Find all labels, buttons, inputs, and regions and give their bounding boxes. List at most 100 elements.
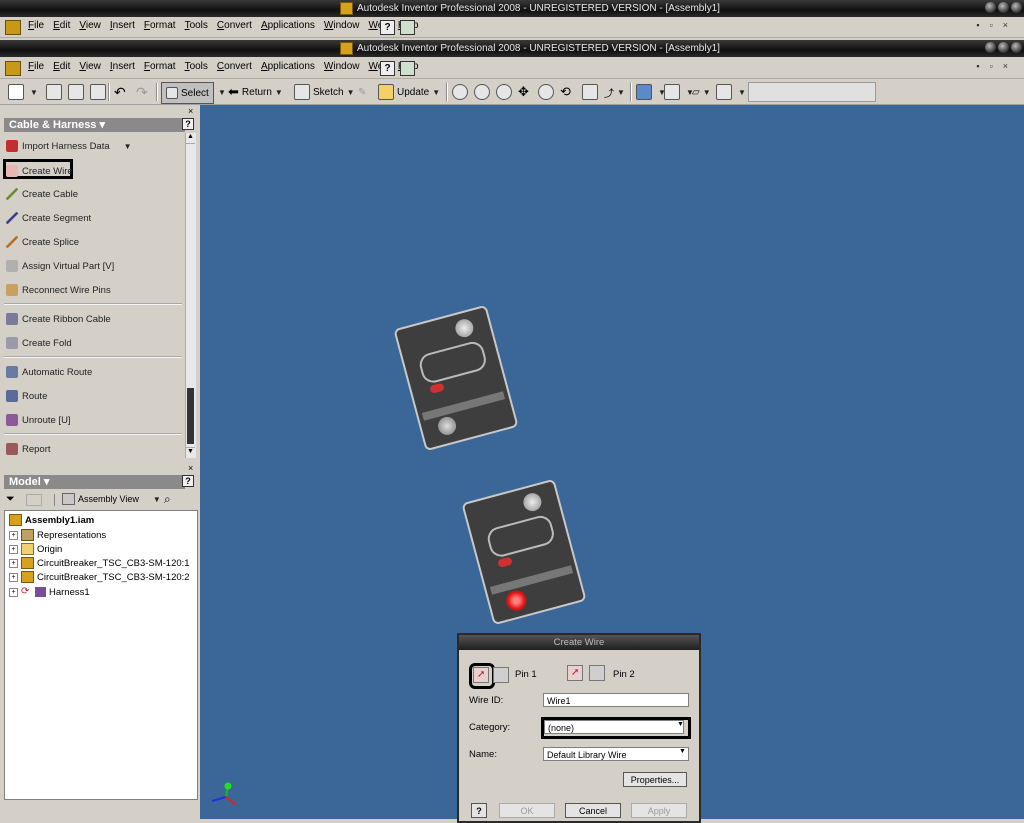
- category-select[interactable]: (none): [544, 720, 684, 734]
- new-button[interactable]: ▼: [8, 83, 38, 101]
- apply-button[interactable]: Apply: [631, 803, 687, 818]
- menu-tools[interactable]: Tools: [181, 20, 213, 31]
- pan-button[interactable]: ✥: [518, 83, 529, 101]
- expand-plus-icon[interactable]: +: [9, 587, 18, 597]
- redo-button[interactable]: ↷: [136, 83, 148, 101]
- expand-icon[interactable]: [26, 494, 42, 506]
- camera-mode-button[interactable]: ▼: [664, 83, 694, 101]
- look-at-button[interactable]: [582, 83, 601, 101]
- inner-window-controls[interactable]: [985, 42, 1022, 53]
- find-binoculars-icon[interactable]: ⌕: [164, 492, 171, 507]
- zoom-all-button[interactable]: [452, 83, 471, 101]
- menu-format[interactable]: Format: [140, 20, 181, 31]
- selected-pin-icon[interactable]: [504, 588, 529, 613]
- previous-view-button[interactable]: ⤴ ▼: [604, 83, 625, 101]
- menu-applications[interactable]: Applications: [257, 61, 320, 72]
- filter-icon[interactable]: ⏷: [6, 493, 15, 506]
- update-button[interactable]: Update ▼: [378, 83, 440, 101]
- pin2-clear-button[interactable]: [589, 665, 605, 681]
- minimize-icon[interactable]: [985, 42, 996, 53]
- document-icon[interactable]: [5, 20, 21, 35]
- tree-item-assembly[interactable]: Assembly1.iam: [9, 513, 94, 527]
- document-icon[interactable]: [5, 61, 21, 76]
- close-icon[interactable]: [1011, 2, 1022, 13]
- dialog-title-bar[interactable]: Create Wire: [459, 635, 699, 650]
- reconnect-wire-pins-item[interactable]: Reconnect Wire Pins: [6, 281, 111, 299]
- route-item[interactable]: Route: [6, 387, 47, 405]
- tree-item-breaker-2[interactable]: + CircuitBreaker_TSC_CB3-SM-120:2: [9, 570, 190, 584]
- inner-doc-controls[interactable]: ▪▫×: [976, 61, 1018, 71]
- chevron-down-icon[interactable]: ▼: [679, 748, 686, 755]
- expand-plus-icon[interactable]: +: [9, 558, 18, 568]
- menu-edit[interactable]: Edit: [49, 61, 75, 72]
- menu-convert[interactable]: Convert: [213, 61, 257, 72]
- panel-help-icon[interactable]: ?: [182, 118, 194, 130]
- project-button[interactable]: [68, 83, 87, 101]
- menu-applications[interactable]: Applications: [257, 20, 320, 31]
- circuit-breaker-2[interactable]: [461, 478, 587, 626]
- create-fold-item[interactable]: Create Fold: [6, 334, 72, 352]
- unroute-item[interactable]: Unroute [U]: [6, 411, 71, 429]
- help-icon[interactable]: ?: [380, 61, 395, 76]
- menu-window[interactable]: Window: [320, 61, 365, 72]
- menu-window[interactable]: Window: [320, 20, 365, 31]
- zoom-selected-button[interactable]: [538, 83, 557, 101]
- zoom-window-button[interactable]: [474, 83, 493, 101]
- outer-window-controls[interactable]: [985, 2, 1022, 13]
- outer-doc-controls[interactable]: ▪▫×: [976, 20, 1018, 30]
- shadow-button[interactable]: ▱ ▼: [692, 83, 711, 101]
- open-button[interactable]: [46, 83, 65, 101]
- tree-item-origin[interactable]: + Origin: [9, 542, 62, 556]
- menu-convert[interactable]: Convert: [213, 20, 257, 31]
- panel-scrollbar[interactable]: ▲ ▼: [185, 133, 196, 458]
- close-icon[interactable]: [1011, 42, 1022, 53]
- menu-view[interactable]: View: [75, 20, 106, 31]
- scroll-down-icon[interactable]: ▼: [186, 447, 195, 458]
- expand-plus-icon[interactable]: +: [9, 530, 18, 540]
- create-splice-item[interactable]: Create Splice: [6, 233, 79, 251]
- import-harness-data-item[interactable]: Import Harness Data ▼: [6, 137, 132, 155]
- select-button[interactable]: Select: [161, 82, 214, 104]
- help-icon[interactable]: ?: [380, 20, 395, 35]
- select-dropdown[interactable]: ▼: [215, 83, 226, 101]
- create-segment-item[interactable]: Create Segment: [6, 209, 91, 227]
- panel-title[interactable]: Cable & Harness ▾: [4, 118, 185, 132]
- menu-view[interactable]: View: [75, 61, 106, 72]
- report-item[interactable]: Report: [6, 440, 51, 458]
- section-button[interactable]: ▼: [716, 83, 746, 101]
- ok-button[interactable]: OK: [499, 803, 555, 818]
- cancel-button[interactable]: Cancel: [565, 803, 621, 818]
- wire-id-field[interactable]: Wire1: [543, 693, 689, 707]
- panel-close-icon[interactable]: ×: [188, 106, 193, 116]
- save-button[interactable]: [90, 83, 109, 101]
- properties-button[interactable]: Properties...: [623, 772, 687, 787]
- tree-item-harness[interactable]: + ⟳ Harness1: [9, 585, 90, 599]
- create-ribbon-cable-item[interactable]: Create Ribbon Cable: [6, 310, 111, 328]
- chevron-down-icon[interactable]: ▼: [677, 721, 684, 728]
- maximize-icon[interactable]: [998, 2, 1009, 13]
- menu-file[interactable]: File: [24, 61, 49, 72]
- model-panel-close-icon[interactable]: ×: [188, 463, 193, 473]
- dialog-help-button[interactable]: ?: [471, 803, 487, 818]
- return-button[interactable]: ⬅ Return ▼: [228, 83, 283, 101]
- assign-virtual-part-item[interactable]: Assign Virtual Part [V]: [6, 257, 114, 275]
- zoom-button[interactable]: [496, 83, 515, 101]
- pin1-select-button[interactable]: ➚: [473, 667, 489, 683]
- sketch-button[interactable]: Sketch ▼: [294, 83, 355, 101]
- menu-insert[interactable]: Insert: [106, 20, 140, 31]
- expand-plus-icon[interactable]: +: [9, 572, 18, 582]
- automatic-route-item[interactable]: Automatic Route: [6, 363, 92, 381]
- scroll-up-icon[interactable]: ▲: [186, 133, 195, 144]
- display-mode-button[interactable]: ▼: [636, 83, 666, 101]
- tree-item-breaker-1[interactable]: + CircuitBreaker_TSC_CB3-SM-120:1: [9, 556, 190, 570]
- name-select[interactable]: Default Library Wire: [543, 747, 689, 761]
- maximize-icon[interactable]: [998, 42, 1009, 53]
- menu-file[interactable]: File: [24, 20, 49, 31]
- whats-new-icon[interactable]: [400, 61, 415, 76]
- whats-new-icon[interactable]: [400, 20, 415, 35]
- rotate-button[interactable]: ⟲: [560, 83, 571, 101]
- undo-button[interactable]: ↶: [114, 83, 126, 101]
- circuit-breaker-1[interactable]: [393, 304, 519, 452]
- menu-insert[interactable]: Insert: [106, 61, 140, 72]
- minimize-icon[interactable]: [985, 2, 996, 13]
